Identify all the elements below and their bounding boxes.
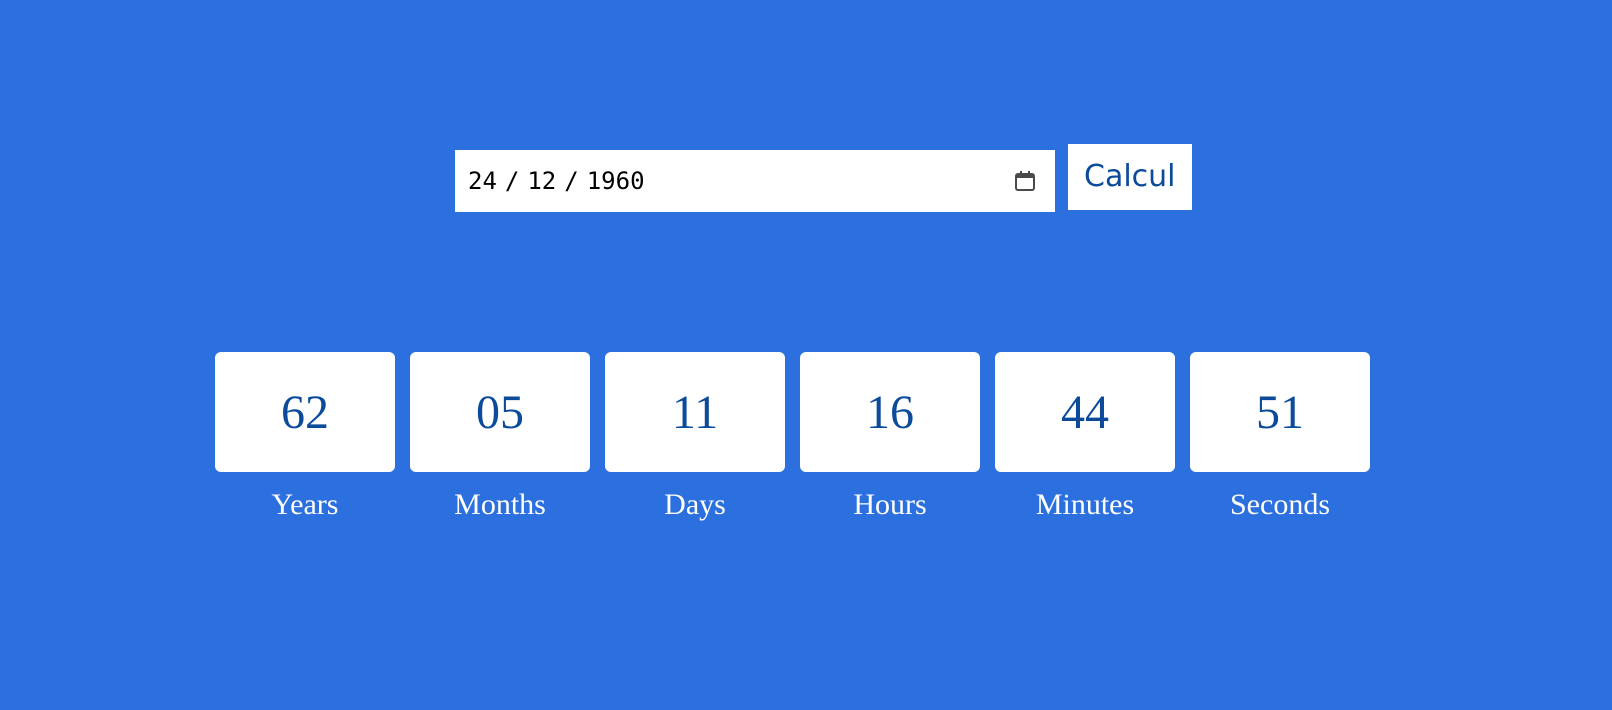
counter-label: Seconds bbox=[1230, 488, 1330, 521]
calendar-icon[interactable] bbox=[1013, 169, 1037, 193]
date-month[interactable]: 12 bbox=[527, 167, 556, 195]
counter-box: 62 bbox=[215, 352, 395, 472]
counter-box: 51 bbox=[1190, 352, 1370, 472]
counter-hours: 16 Hours bbox=[800, 352, 980, 522]
counter-label: Hours bbox=[853, 488, 927, 521]
birth-date-input[interactable]: 24 / 12 / 1960 bbox=[455, 150, 1055, 212]
counter-seconds: 51 Seconds bbox=[1190, 352, 1370, 522]
counter-label: Minutes bbox=[1035, 488, 1135, 521]
counter-days: 11 Days bbox=[605, 352, 785, 522]
counter-box: 44 bbox=[995, 352, 1175, 472]
date-day[interactable]: 24 bbox=[468, 167, 497, 195]
counter-value: 51 bbox=[1256, 385, 1304, 439]
counter-value: 11 bbox=[671, 385, 719, 439]
counter-label: Years bbox=[271, 488, 339, 521]
counter-label: Days bbox=[664, 488, 726, 521]
counter-months: 05 Months bbox=[410, 352, 590, 522]
age-counters: 62 Years 05 Months 11 Days 16 Hours 44 M… bbox=[215, 352, 1370, 522]
counter-box: 16 bbox=[800, 352, 980, 472]
counter-value: 44 bbox=[1061, 385, 1109, 439]
counter-box: 11 bbox=[605, 352, 785, 472]
date-year[interactable]: 1960 bbox=[587, 167, 645, 195]
counter-value: 62 bbox=[281, 385, 329, 439]
date-form: 24 / 12 / 1960 Calcul bbox=[455, 144, 1192, 212]
date-value: 24 / 12 / 1960 bbox=[468, 167, 645, 195]
calcul-button[interactable]: Calcul bbox=[1068, 144, 1192, 210]
date-separator: / bbox=[504, 167, 520, 195]
date-separator: / bbox=[564, 167, 579, 195]
counter-years: 62 Years bbox=[215, 352, 395, 522]
counter-value: 16 bbox=[866, 385, 914, 439]
counter-label: Months bbox=[454, 488, 546, 521]
counter-box: 05 bbox=[410, 352, 590, 472]
counter-minutes: 44 Minutes bbox=[995, 352, 1175, 522]
counter-value: 05 bbox=[476, 385, 524, 439]
